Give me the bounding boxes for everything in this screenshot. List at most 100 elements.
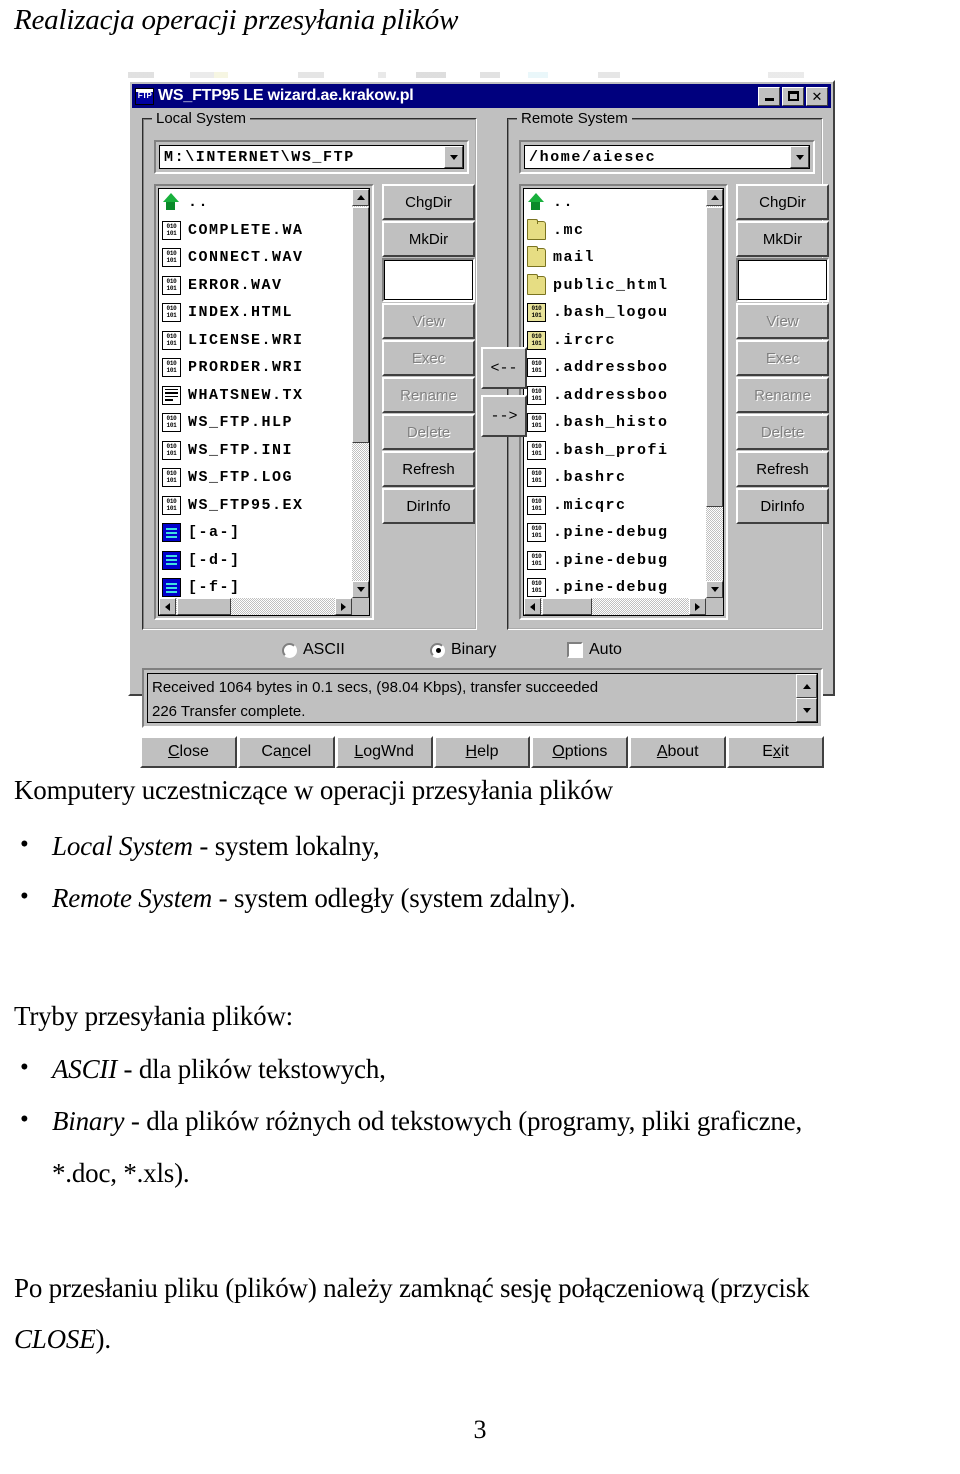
maximize-icon[interactable] <box>782 86 804 106</box>
transfer-to-remote-button[interactable]: --> <box>481 395 527 437</box>
file-list-item[interactable]: WHATSNEW.TX <box>159 382 352 410</box>
file-list-item[interactable]: 010 101 PRORDER.WRI <box>159 354 352 382</box>
file-list-item[interactable]: 010 101 .ircrc <box>524 327 706 355</box>
options-button[interactable]: Options <box>531 736 629 768</box>
ascii-radio-option[interactable]: ASCII <box>282 641 345 659</box>
remote-path-combo[interactable]: /home/aiesec <box>519 140 815 174</box>
file-list-item[interactable]: 010 101 .bash_histo <box>524 409 706 437</box>
window-titlebar[interactable]: FTP WS_FTP95 LE wizard.ae.krakow.pl ✕ <box>132 84 831 108</box>
remote-path-value: /home/aiesec <box>529 148 657 166</box>
mkdir-button[interactable]: MkDir <box>382 221 475 257</box>
closing-emphasis: CLOSE <box>14 1324 96 1354</box>
refresh-button[interactable]: Refresh <box>736 451 829 487</box>
delete-button: Delete <box>736 414 829 450</box>
chevron-down-icon[interactable] <box>444 146 463 168</box>
remote-file-rows[interactable]: .. .mc mail public_html 010 101 .bash_logou 010… <box>524 189 706 598</box>
remote-scroll-thumb[interactable] <box>706 207 723 507</box>
log-line-2: 226 Transfer complete. <box>152 703 306 720</box>
file-name: .pine-debug <box>553 579 669 597</box>
file-list-item[interactable]: 010 101 LICENSE.WRI <box>159 327 352 355</box>
file-list-item[interactable]: 010 101 .addressboo <box>524 354 706 382</box>
file-name: WS_FTP95.EX <box>188 496 304 514</box>
close-icon[interactable]: ✕ <box>806 86 828 106</box>
help-button[interactable]: Help <box>433 736 531 768</box>
file-list-item[interactable]: 010 101 WS_FTP95.EX <box>159 492 352 520</box>
file-list-item[interactable]: 010 101 .addressboo <box>524 382 706 410</box>
button-label: Options <box>552 743 608 760</box>
scroll-down-icon[interactable] <box>352 581 369 598</box>
file-list-item[interactable]: 010 101 .micqrc <box>524 492 706 520</box>
remote-horizontal-scrollbar[interactable] <box>524 598 706 615</box>
drive-icon <box>162 578 181 598</box>
transfer-to-local-button[interactable]: <-- <box>481 347 527 389</box>
exit-button[interactable]: Exit <box>727 736 825 768</box>
file-list-item[interactable]: .mc <box>524 217 706 245</box>
chgdir-button[interactable]: ChgDir <box>382 184 475 220</box>
file-name: .. <box>553 194 575 212</box>
local-scroll-thumb[interactable] <box>352 207 369 443</box>
file-list-item[interactable]: 010 101 .bash_profi <box>524 437 706 465</box>
scroll-down-icon[interactable] <box>706 581 723 598</box>
file-list-item[interactable]: 010 101 COMPLETE.WA <box>159 217 352 245</box>
file-list-item[interactable]: .. <box>159 189 352 217</box>
scroll-right-icon[interactable] <box>689 598 706 615</box>
scroll-up-icon[interactable] <box>352 189 369 206</box>
file-list-item[interactable]: 010 101 WS_FTP.INI <box>159 437 352 465</box>
local-path-combo[interactable]: M:\INTERNET\WS_FTP <box>154 140 469 174</box>
file-list-item[interactable]: [-a-] <box>159 519 352 547</box>
auto-checkbox-icon[interactable] <box>567 642 583 658</box>
scroll-down-icon[interactable] <box>796 698 817 722</box>
file-list-item[interactable]: 010 101 ERROR.WAV <box>159 272 352 300</box>
binary-radio-option[interactable]: Binary <box>430 641 496 659</box>
binary-radio-icon[interactable] <box>430 642 445 658</box>
local-file-list[interactable]: .. 010 101 COMPLETE.WA 010 101 CONNECT.WAV 010 1… <box>154 184 374 620</box>
mkdir-button[interactable]: MkDir <box>736 221 829 257</box>
file-list-item[interactable]: public_html <box>524 272 706 300</box>
cancel-button[interactable]: Cancel <box>237 736 335 768</box>
file-list-item[interactable]: .. <box>524 189 706 217</box>
file-list-item[interactable]: 010 101 .bashrc <box>524 464 706 492</box>
transfer-mode-row: ASCII Binary Auto <box>142 638 823 664</box>
file-list-item[interactable]: 010 101 WS_FTP.HLP <box>159 409 352 437</box>
chevron-down-icon[interactable] <box>790 146 809 168</box>
remote-vertical-scrollbar[interactable] <box>706 189 723 598</box>
scroll-left-icon[interactable] <box>159 598 176 615</box>
filename-input[interactable] <box>382 258 475 302</box>
local-hscroll-thumb[interactable] <box>177 598 231 615</box>
local-file-rows[interactable]: .. 010 101 COMPLETE.WA 010 101 CONNECT.WAV 010 1… <box>159 189 352 598</box>
file-list-item[interactable]: 010 101 .pine-debug <box>524 547 706 575</box>
file-list-item[interactable]: mail <box>524 244 706 272</box>
file-list-item[interactable]: 010 101 WS_FTP.LOG <box>159 464 352 492</box>
file-list-item[interactable]: [-f-] <box>159 574 352 598</box>
ascii-radio-icon[interactable] <box>282 642 297 658</box>
log-scrollbar[interactable] <box>796 674 817 722</box>
status-log-panel[interactable]: Received 1064 bytes in 0.1 secs, (98.04 … <box>142 668 823 728</box>
file-list-item[interactable]: [-d-] <box>159 547 352 575</box>
minimize-icon[interactable] <box>758 86 780 106</box>
refresh-button[interactable]: Refresh <box>382 451 475 487</box>
close-button[interactable]: Close <box>140 736 237 768</box>
scroll-up-icon[interactable] <box>796 674 817 698</box>
remote-hscroll-thumb[interactable] <box>542 598 592 615</box>
local-vertical-scrollbar[interactable] <box>352 189 369 598</box>
bullet-binary-text: - dla plików różnych od tekstowych (prog… <box>124 1106 802 1136</box>
about-button[interactable]: About <box>629 736 727 768</box>
scroll-left-icon[interactable] <box>524 598 541 615</box>
file-list-item[interactable]: 010 101 .pine-debug <box>524 574 706 598</box>
dirinfo-button[interactable]: DirInfo <box>382 488 475 524</box>
filename-input[interactable] <box>736 258 829 302</box>
logwnd-button[interactable]: LogWnd <box>335 736 433 768</box>
local-horizontal-scrollbar[interactable] <box>159 598 352 615</box>
auto-checkbox-option[interactable]: Auto <box>567 641 622 659</box>
file-list-item[interactable]: 010 101 .bash_logou <box>524 299 706 327</box>
file-list-item[interactable]: 010 101 INDEX.HTML <box>159 299 352 327</box>
scroll-right-icon[interactable] <box>335 598 352 615</box>
file-list-item[interactable]: 010 101 CONNECT.WAV <box>159 244 352 272</box>
dirinfo-button[interactable]: DirInfo <box>736 488 829 524</box>
file-name: WS_FTP.LOG <box>188 469 294 487</box>
scroll-up-icon[interactable] <box>706 189 723 206</box>
file-list-item[interactable]: 010 101 .pine-debug <box>524 519 706 547</box>
up-folder-icon <box>527 193 546 212</box>
chgdir-button[interactable]: ChgDir <box>736 184 829 220</box>
remote-file-list[interactable]: .. .mc mail public_html 010 101 .bash_logou 010… <box>519 184 728 620</box>
